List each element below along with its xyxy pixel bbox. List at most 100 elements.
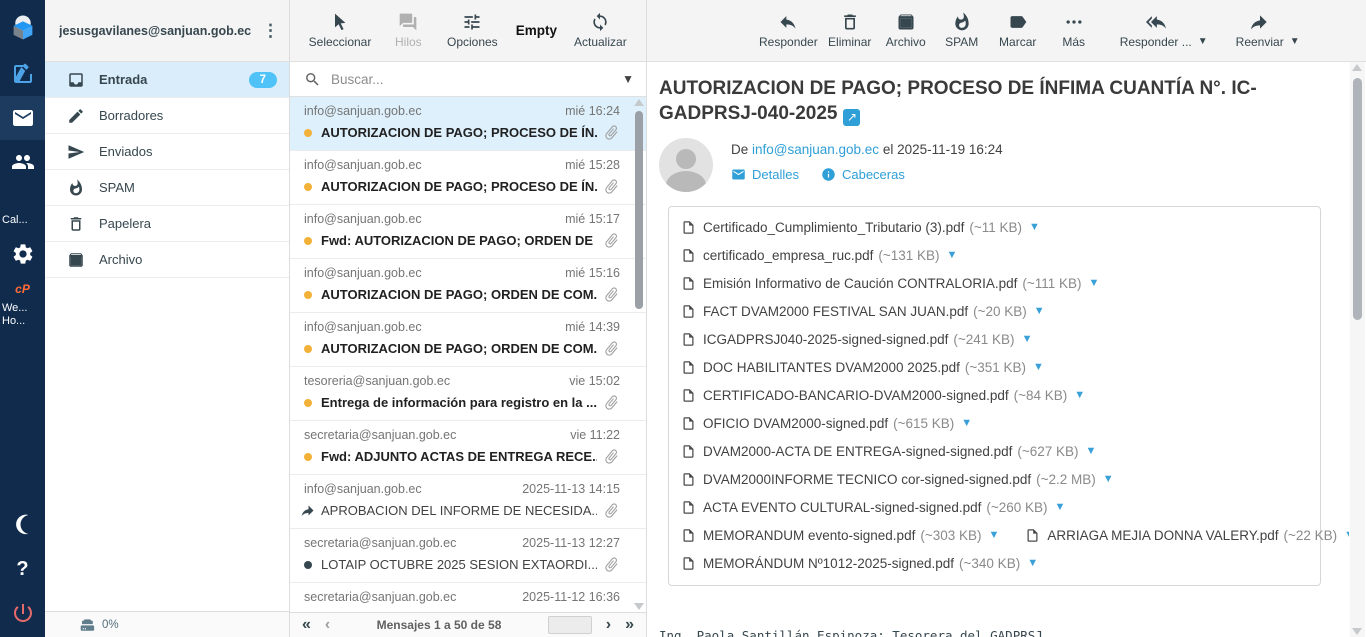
message-list-item[interactable]: info@sanjuan.gob.ecmié 14:39 AUTORIZACIO… [290, 313, 646, 367]
message-list-item[interactable]: info@sanjuan.gob.ecmié 15:28 AUTORIZACIO… [290, 151, 646, 205]
prev-page-button[interactable]: ‹ [325, 617, 330, 633]
account-menu-kebab-icon[interactable]: ⋮ [258, 21, 281, 41]
open-in-new-icon[interactable]: ↗ [843, 109, 860, 126]
refresh-button[interactable]: Actualizar [571, 8, 629, 53]
read-dot[interactable] [304, 561, 312, 569]
attachment-menu-caret-icon[interactable]: ▼ [989, 529, 1000, 541]
sender-email-link[interactable]: info@sanjuan.gob.ec [752, 142, 879, 157]
message-list-item[interactable]: secretaria@sanjuan.gob.ecvie 11:22 Fwd: … [290, 421, 646, 475]
unread-dot[interactable] [304, 345, 312, 353]
attachment-menu-caret-icon[interactable]: ▼ [1089, 277, 1100, 289]
attachment[interactable]: DVAM2000-ACTA DE ENTREGA-signed-signed.p… [681, 444, 1096, 459]
attachment[interactable]: MEMORÁNDUM Nº1012-2025-signed.pdf(~340 K… [681, 556, 1038, 571]
search-input[interactable] [331, 72, 620, 87]
next-page-button[interactable]: › [606, 617, 611, 633]
cpanel-logo-icon[interactable]: cP [0, 276, 45, 302]
unread-dot[interactable] [304, 453, 312, 461]
webmail-home-link[interactable]: We... Ho... [0, 302, 45, 328]
reply-all-caret-icon[interactable]: ▼ [1198, 36, 1208, 47]
attachment[interactable]: MEMORANDUM evento-signed.pdf(~303 KB)▼ [681, 528, 999, 543]
sender: info@sanjuan.gob.ec [304, 320, 422, 334]
attachment[interactable]: DOC HABILITANTES DVAM2000 2025.pdf(~351 … [681, 360, 1044, 375]
message-list-item[interactable]: info@sanjuan.gob.ec2025-11-13 14:15 APRO… [290, 475, 646, 529]
forward-button[interactable]: Reenviar [1234, 8, 1286, 53]
attachment-menu-caret-icon[interactable]: ▼ [1034, 305, 1045, 317]
forward-caret-icon[interactable]: ▼ [1290, 36, 1300, 47]
attachment[interactable]: DVAM2000INFORME TECNICO cor-signed-signe… [681, 472, 1114, 487]
unread-dot[interactable] [304, 129, 312, 137]
folder-archive[interactable]: Archivo [45, 242, 289, 278]
reply-button[interactable]: Responder [757, 8, 820, 53]
select-button[interactable]: Seleccionar [307, 8, 374, 53]
help-icon[interactable]: ? [0, 547, 45, 591]
attachment-menu-caret-icon[interactable]: ▼ [1103, 473, 1114, 485]
attachment-menu-caret-icon[interactable]: ▼ [1022, 333, 1033, 345]
scroll-up-icon[interactable] [634, 99, 644, 106]
message-list-item[interactable]: info@sanjuan.gob.ecmié 15:16 AUTORIZACIO… [290, 259, 646, 313]
attachment-menu-caret-icon[interactable]: ▼ [1029, 221, 1040, 233]
delete-button[interactable]: Eliminar [824, 8, 876, 53]
sogo-logo-icon[interactable] [0, 2, 45, 52]
pdf-file-icon [681, 248, 696, 263]
unread-dot[interactable] [304, 399, 312, 407]
view-scrollbar-thumb[interactable] [1353, 78, 1362, 320]
attachment[interactable]: ICGADPRSJ040-2025-signed-signed.pdf(~241… [681, 332, 1032, 347]
empty-button[interactable]: Empty [507, 19, 565, 42]
message-list-item[interactable]: info@sanjuan.gob.ecmié 15:17 Fwd: AUTORI… [290, 205, 646, 259]
attachment-menu-caret-icon[interactable]: ▼ [1055, 501, 1066, 513]
calendar-link[interactable]: Cal... [0, 214, 45, 228]
options-button[interactable]: Opciones [443, 8, 501, 53]
attachment[interactable]: ARRIAGA MEJIA DONNA VALERY.pdf(~22 KB)▼ [1025, 528, 1349, 543]
attachment-menu-caret-icon[interactable]: ▼ [961, 417, 972, 429]
attachment[interactable]: CERTIFICADO-BANCARIO-DVAM2000-signed.pdf… [681, 388, 1085, 403]
contacts-icon[interactable] [0, 140, 45, 184]
attachment[interactable]: ACTA EVENTO CULTURAL-signed-signed.pdf(~… [681, 500, 1065, 515]
folder-inbox[interactable]: Entrada 7 [45, 62, 289, 98]
message-list-item[interactable]: secretaria@sanjuan.gob.ec2025-11-13 12:2… [290, 529, 646, 583]
folder-sent[interactable]: Enviados [45, 134, 289, 170]
headers-link[interactable]: Cabeceras [821, 167, 905, 182]
attachment[interactable]: Emisión Informativo de Caución CONTRALOR… [681, 276, 1099, 291]
mail-module-icon[interactable] [0, 96, 45, 140]
search-scope-caret-icon[interactable]: ▼ [620, 72, 636, 86]
unread-dot[interactable] [304, 183, 312, 191]
scroll-up-icon[interactable] [1352, 64, 1362, 71]
attachment[interactable]: FACT DVAM2000 FESTIVAL SAN JUAN.pdf(~20 … [681, 304, 1045, 319]
attachment[interactable]: OFICIO DVAM2000-signed.pdf(~615 KB)▼ [681, 416, 972, 431]
date: vie 11:22 [570, 428, 620, 442]
first-page-button[interactable]: « [302, 617, 311, 633]
more-button[interactable]: Más [1048, 8, 1100, 53]
threads-button[interactable]: Hilos [379, 8, 437, 53]
attachment-menu-caret-icon[interactable]: ▼ [947, 249, 958, 261]
folder-drafts[interactable]: Borradores [45, 98, 289, 134]
unread-dot[interactable] [304, 291, 312, 299]
attachment[interactable]: certificado_empresa_ruc.pdf(~131 KB)▼ [681, 248, 957, 263]
logout-power-icon[interactable] [0, 591, 45, 635]
details-link[interactable]: Detalles [731, 167, 799, 182]
list-scrollbar-thumb[interactable] [635, 111, 643, 309]
last-page-button[interactable]: » [625, 617, 634, 633]
message-list-item[interactable]: info@sanjuan.gob.ecmié 16:24 AUTORIZACIO… [290, 97, 646, 151]
settings-gear-icon[interactable] [0, 232, 45, 276]
scroll-down-icon[interactable] [1352, 628, 1362, 635]
page-number-input[interactable] [548, 616, 592, 634]
attachment-menu-caret-icon[interactable]: ▼ [1344, 529, 1349, 541]
message-list-item[interactable]: tesoreria@sanjuan.gob.ecvie 15:02 Entreg… [290, 367, 646, 421]
folder-spam[interactable]: SPAM [45, 170, 289, 206]
spam-button[interactable]: SPAM [936, 8, 988, 53]
compose-icon[interactable] [0, 52, 45, 96]
scroll-down-icon[interactable] [634, 603, 644, 610]
archive-button[interactable]: Archivo [880, 8, 932, 53]
dark-mode-moon-icon[interactable] [0, 503, 45, 547]
attachment-menu-caret-icon[interactable]: ▼ [1086, 445, 1097, 457]
message-list-item[interactable]: secretaria@sanjuan.gob.ec2025-11-12 16:3… [290, 583, 646, 612]
unread-dot[interactable] [304, 237, 312, 245]
reply-all-button[interactable]: Responder ... [1118, 8, 1194, 53]
pdf-file-icon [681, 388, 696, 403]
attachment-menu-caret-icon[interactable]: ▼ [1027, 557, 1038, 569]
folder-trash[interactable]: Papelera [45, 206, 289, 242]
attachment[interactable]: Certificado_Cumplimiento_Tributario (3).… [681, 220, 1040, 235]
attachment-menu-caret-icon[interactable]: ▼ [1033, 361, 1044, 373]
attachment-menu-caret-icon[interactable]: ▼ [1074, 389, 1085, 401]
mark-button[interactable]: Marcar [992, 8, 1044, 53]
